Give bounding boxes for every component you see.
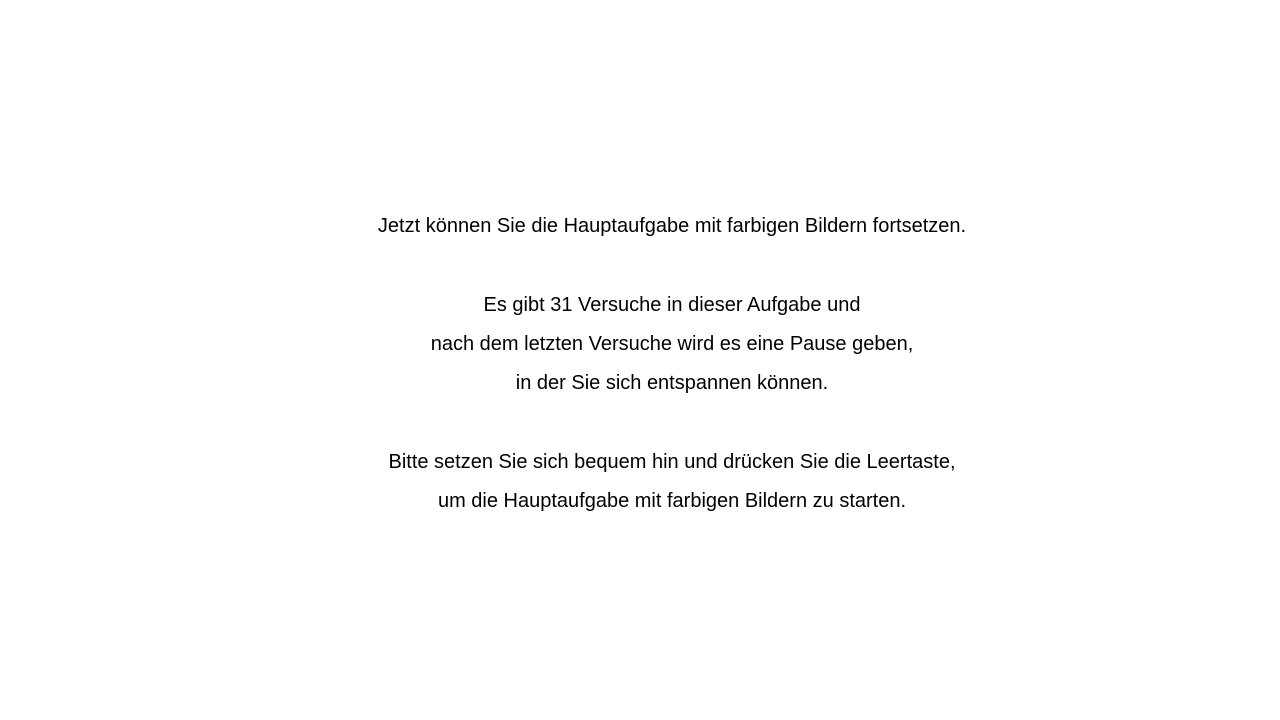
trials-text-line-1: Es gibt 31 Versuche in dieser Aufgabe un… [483, 294, 861, 316]
instruction-screen: Jetzt können Sie die Hauptaufgabe mit fa… [0, 0, 1280, 720]
start-instruction-line-1: Bitte setzen Sie sich bequem hin und drü… [388, 451, 956, 473]
trials-text-line-3: in der Sie sich entspannen können. [515, 372, 829, 394]
start-instruction-line-2: um die Hauptaufgabe mit farbigen Bildern… [437, 490, 907, 512]
intro-text: Jetzt können Sie die Hauptaufgabe mit fa… [377, 215, 967, 237]
trials-text-line-2: nach dem letzten Versuche wird es eine P… [430, 333, 914, 355]
